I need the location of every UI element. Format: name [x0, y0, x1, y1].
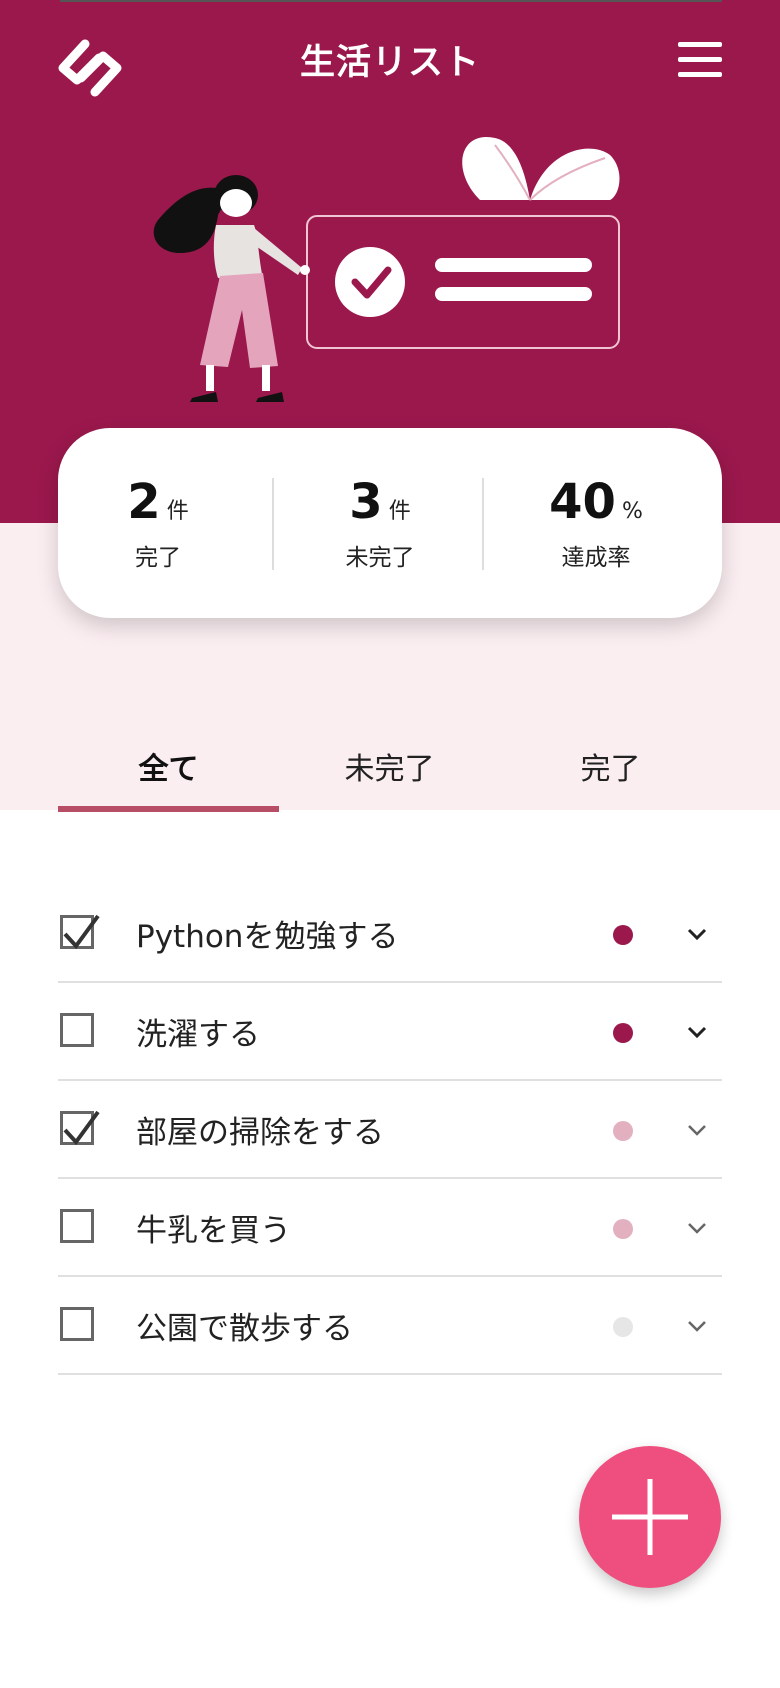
stats-card: 2件 完了 3件 未完了 40% 達成率 [58, 428, 722, 618]
task-checkbox[interactable] [60, 1013, 94, 1047]
stat-completed: 2件 完了 [58, 478, 258, 572]
chevron-down-icon[interactable] [686, 1217, 708, 1239]
stat-unit: 件 [166, 499, 189, 524]
task-row: 部屋の掃除をする [58, 1081, 722, 1179]
priority-dot [613, 1121, 633, 1141]
tab-completed[interactable]: 完了 [500, 740, 721, 812]
stat-value: 3 [349, 474, 383, 530]
task-checkbox[interactable] [60, 1209, 94, 1243]
chevron-down-icon[interactable] [686, 1119, 708, 1141]
task-list: Pythonを勉強する 洗濯する 部屋の掃除をする 牛乳を買う 公園で散歩する [58, 885, 722, 1375]
stat-label: 完了 [135, 545, 181, 571]
priority-dot [613, 1317, 633, 1337]
chevron-down-icon[interactable] [686, 923, 708, 945]
task-row: 洗濯する [58, 983, 722, 1081]
task-checkbox[interactable] [60, 1110, 100, 1146]
priority-dot [613, 1219, 633, 1239]
checkmark-icon [63, 914, 100, 950]
active-tab-indicator [58, 806, 279, 812]
chevron-down-icon[interactable] [686, 1315, 708, 1337]
stat-unit: % [621, 499, 643, 524]
app-title: 生活リスト [299, 43, 480, 83]
task-label: Pythonを勉強する [136, 919, 399, 955]
tab-incomplete[interactable]: 未完了 [279, 740, 500, 812]
stat-unit: 件 [388, 499, 411, 524]
add-task-button[interactable] [579, 1446, 721, 1588]
task-label: 洗濯する [136, 1017, 260, 1053]
stat-label: 達成率 [561, 545, 631, 571]
task-label: 部屋の掃除をする [136, 1115, 384, 1151]
task-label: 公園で散歩する [136, 1311, 353, 1347]
plus-icon [612, 1479, 688, 1555]
stat-incomplete: 3件 未完了 [280, 478, 480, 572]
filter-tabs: 全て 未完了 完了 [58, 740, 722, 812]
chevron-down-icon[interactable] [686, 1021, 708, 1043]
checkmark-icon [63, 1110, 100, 1146]
priority-dot [613, 1023, 633, 1043]
hamburger-menu-icon[interactable] [678, 42, 722, 82]
task-checkbox[interactable] [60, 1307, 94, 1341]
priority-dot [613, 925, 633, 945]
stat-value: 40 [549, 474, 616, 530]
task-row: 牛乳を買う [58, 1179, 722, 1277]
divider [482, 478, 484, 570]
divider [272, 478, 274, 570]
top-border-line [60, 0, 722, 2]
task-checkbox[interactable] [60, 914, 100, 950]
task-row: Pythonを勉強する [58, 885, 722, 983]
task-label: 牛乳を買う [136, 1213, 291, 1249]
stat-value: 2 [127, 474, 161, 530]
stat-achievement-rate: 40% 達成率 [496, 478, 696, 572]
todo-illustration [153, 136, 620, 402]
tab-all[interactable]: 全て [58, 740, 279, 812]
stat-label: 未完了 [345, 545, 415, 571]
task-row: 公園で散歩する [58, 1277, 722, 1375]
